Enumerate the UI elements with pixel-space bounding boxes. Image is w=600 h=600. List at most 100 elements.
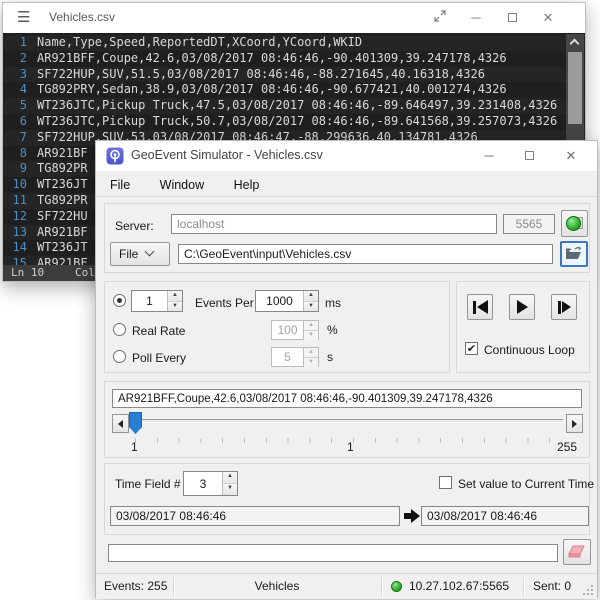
editor-line: 6WT236JTC,Pickup Truck,50.7,03/08/2017 0…	[3, 114, 585, 130]
spinner-up-icon[interactable]: ▲	[223, 472, 237, 484]
event-preview-field[interactable]: AR921BFF,Coupe,42.6,03/08/2017 08:46:46,…	[112, 389, 582, 408]
browse-button[interactable]	[560, 241, 588, 267]
slider-thumb[interactable]	[129, 412, 142, 434]
status-col-indicator: Col	[75, 266, 95, 279]
time-field-group: Time Field # 3 ▲▼ Set value to Current T…	[104, 463, 590, 535]
spinner-down-icon[interactable]: ▼	[304, 302, 318, 312]
menubar: File Window Help	[96, 171, 597, 197]
line-number: 3	[3, 67, 37, 83]
real-rate-value: 100	[272, 323, 303, 337]
play-button[interactable]	[509, 294, 535, 320]
line-text: WT236JT	[37, 240, 88, 256]
maximize-box	[525, 151, 534, 160]
spinner-buttons: ▲▼	[303, 321, 318, 339]
maximize-box	[508, 13, 517, 22]
real-rate-radio[interactable]	[113, 323, 126, 336]
spinner-buttons[interactable]: ▲▼	[167, 291, 182, 311]
editor-window-title: Vehicles.csv	[49, 10, 115, 24]
skip-bar-icon	[473, 301, 476, 314]
line-text: AR921BF	[37, 146, 88, 162]
line-text: WT236JTC,Pickup Truck,50.7,03/08/2017 08…	[37, 114, 557, 130]
close-icon[interactable]: ✕	[556, 145, 586, 167]
connection-status-icon	[566, 216, 581, 231]
line-number: 11	[3, 193, 37, 209]
line-text: TG892PR	[37, 161, 88, 177]
scroll-up-icon[interactable]	[570, 39, 580, 49]
percent-unit-label: %	[327, 323, 338, 337]
connect-button[interactable]	[561, 210, 588, 237]
input-name: Vehicles	[173, 574, 381, 599]
file-path-field[interactable]: C:\GeoEvent\input\Vehicles.csv	[178, 244, 553, 264]
spinner-up-icon[interactable]: ▲	[168, 291, 182, 302]
step-arrow-icon	[562, 301, 571, 313]
line-text: AR921BFF,Coupe,42.6,03/08/2017 08:46:46,…	[37, 51, 507, 67]
message-field[interactable]	[108, 544, 558, 562]
poll-every-radio[interactable]	[113, 350, 126, 363]
current-time-checkbox[interactable]	[439, 476, 452, 489]
events-count: Events: 255	[104, 574, 167, 599]
close-icon[interactable]: ✕	[535, 7, 561, 29]
spinner-up-icon[interactable]: ▲	[304, 291, 318, 302]
interval-spinner[interactable]: 1000 ▲▼	[255, 290, 319, 312]
line-text: AR921BF	[37, 225, 88, 241]
output-time-field[interactable]: 03/08/2017 08:46:46	[421, 506, 589, 526]
spinner-down-icon[interactable]: ▼	[168, 302, 182, 312]
server-port-field: 5565	[503, 214, 555, 234]
real-rate-spinner: 100 ▲▼	[271, 320, 319, 340]
clear-button[interactable]	[563, 539, 591, 565]
line-number: 4	[3, 82, 37, 98]
spinner-buttons[interactable]: ▲▼	[222, 472, 237, 495]
events-count-spinner[interactable]: 1 ▲▼	[131, 290, 183, 312]
slider-right-arrow[interactable]	[566, 414, 583, 433]
diagonal-arrows-icon	[434, 10, 446, 22]
time-field-spinner[interactable]: 3 ▲▼	[183, 471, 238, 496]
menu-file[interactable]: File	[104, 176, 136, 194]
editor-line: 4TG892PRY,Sedan,38.9,03/08/2017 08:46:46…	[3, 82, 585, 98]
line-number: 1	[3, 35, 37, 51]
slider-mid-label: 1	[347, 440, 354, 454]
spinner-down-icon[interactable]: ▼	[223, 484, 237, 495]
scrollbar-thumb[interactable]	[568, 52, 582, 124]
continuous-loop-checkbox[interactable]: ✔	[465, 342, 478, 355]
simulator-window: GeoEvent Simulator - Vehicles.csv ─ ✕ Fi…	[95, 140, 598, 598]
resize-grip[interactable]	[583, 585, 594, 596]
rate-group: 1 ▲▼ Events Per 1000 ▲▼ ms Real Rate 100…	[104, 281, 450, 373]
spinner-buttons[interactable]: ▲▼	[303, 291, 318, 311]
line-text: SF722HU	[37, 209, 88, 225]
menu-window[interactable]: Window	[154, 176, 210, 194]
maximize-icon[interactable]	[514, 145, 544, 167]
minimize-icon[interactable]: ─	[463, 7, 489, 29]
real-rate-label: Real Rate	[132, 324, 185, 338]
spinner-down-icon: ▼	[304, 358, 318, 367]
ms-unit-label: ms	[325, 296, 341, 310]
slider-left-arrow[interactable]	[112, 414, 129, 433]
source-type-value: File	[119, 247, 138, 261]
hamburger-menu-icon[interactable]: ☰	[17, 8, 30, 26]
connection-group: Server: localhost 5565 File C:\GeoEvent\…	[104, 203, 590, 273]
minimize-icon[interactable]: ─	[474, 145, 504, 167]
statusbar: Events: 255 Vehicles 10.27.102.67:5565 S…	[96, 573, 597, 599]
expand-icon[interactable]	[427, 7, 453, 29]
skip-to-start-button[interactable]	[467, 294, 493, 320]
editor-titlebar: ☰ Vehicles.csv ─ ✕	[3, 3, 585, 33]
right-triangle-icon	[572, 420, 577, 428]
playback-group: ✔ Continuous Loop	[456, 281, 590, 373]
menu-help[interactable]: Help	[228, 176, 266, 194]
poll-every-label: Poll Every	[132, 351, 186, 365]
arrow-shaft	[404, 513, 411, 519]
time-field-value: 3	[184, 477, 222, 491]
maximize-icon[interactable]	[499, 7, 525, 29]
line-number: 2	[3, 51, 37, 67]
line-number: 8	[3, 146, 37, 162]
step-button[interactable]	[551, 294, 577, 320]
editor-line: 1Name,Type,Speed,ReportedDT,XCoord,YCoor…	[3, 35, 585, 51]
events-per-radio[interactable]	[113, 294, 126, 307]
line-text: WT236JT	[37, 177, 88, 193]
step-bar-icon	[558, 301, 561, 314]
line-number: 14	[3, 240, 37, 256]
slider-track[interactable]	[131, 419, 563, 423]
source-type-select[interactable]: File	[110, 242, 170, 266]
line-number: 7	[3, 130, 37, 146]
line-number: 5	[3, 98, 37, 114]
simulator-titlebar: GeoEvent Simulator - Vehicles.csv ─ ✕	[96, 141, 597, 171]
